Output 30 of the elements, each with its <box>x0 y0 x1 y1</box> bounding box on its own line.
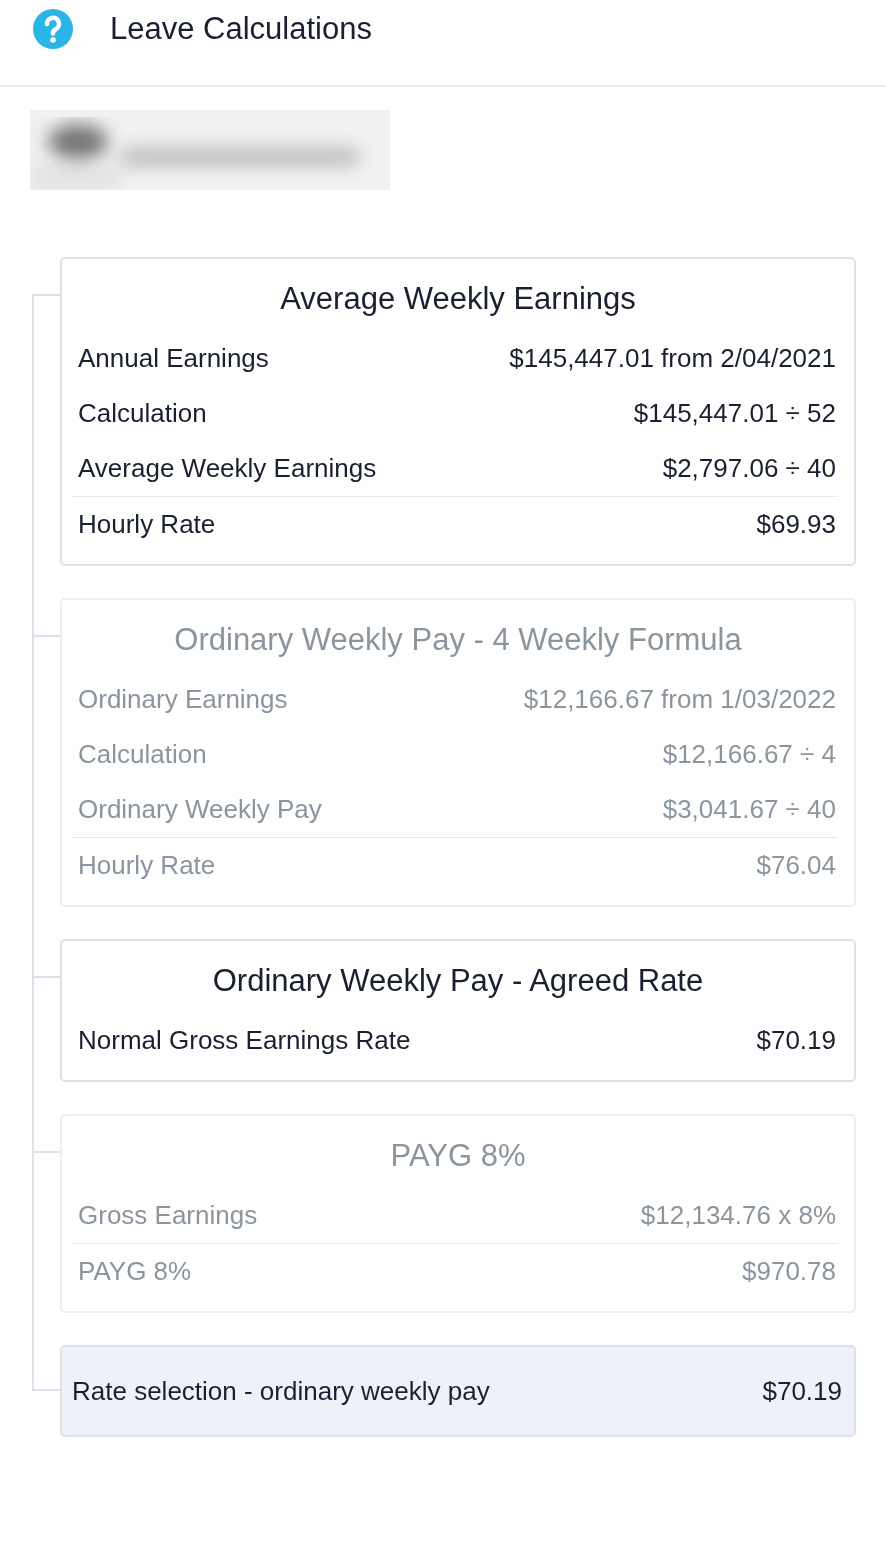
help-icon[interactable] <box>33 9 73 49</box>
row-label: Gross Earnings <box>78 1200 258 1231</box>
row-label: Calculation <box>78 398 207 429</box>
row-label: Ordinary Weekly Pay <box>78 794 322 825</box>
row-label: PAYG 8% <box>78 1256 192 1287</box>
page-title: Leave Calculations <box>110 11 372 47</box>
row-value: $12,166.67 ÷ 4 <box>662 739 836 770</box>
row-label: Ordinary Earnings <box>78 684 288 715</box>
card-title: PAYG 8% <box>389 1138 527 1174</box>
row-value: $76.04 <box>756 850 836 881</box>
row-value: $3,041.67 ÷ 40 <box>662 794 836 825</box>
row-label: Calculation <box>78 739 207 770</box>
card-title: Ordinary Weekly Pay - Agreed Rate <box>211 963 705 999</box>
row-label: Hourly Rate <box>78 509 216 540</box>
row-value: $145,447.01 from 2/04/2021 <box>509 343 836 374</box>
row-value: $2,797.06 ÷ 40 <box>662 453 836 484</box>
row-value: $69.93 <box>756 509 836 540</box>
row-value: $12,134.76 x 8% <box>640 1200 836 1231</box>
row-value: $70.19 <box>756 1025 836 1056</box>
row-label: Normal Gross Earnings Rate <box>78 1025 411 1056</box>
selection-label: Rate selection - ordinary weekly pay <box>72 1375 490 1407</box>
row-value: $970.78 <box>742 1256 836 1287</box>
selection-value: $70.19 <box>762 1375 842 1407</box>
row-label: Annual Earnings <box>78 343 269 374</box>
row-value: $12,166.67 from 1/03/2022 <box>523 684 836 715</box>
card-title: Average Weekly Earnings <box>279 281 637 317</box>
row-label: Hourly Rate <box>78 850 216 881</box>
row-label: Average Weekly Earnings <box>78 453 377 484</box>
card-title: Ordinary Weekly Pay - 4 Weekly Formula <box>173 622 743 658</box>
row-value: $145,447.01 ÷ 52 <box>633 398 836 429</box>
